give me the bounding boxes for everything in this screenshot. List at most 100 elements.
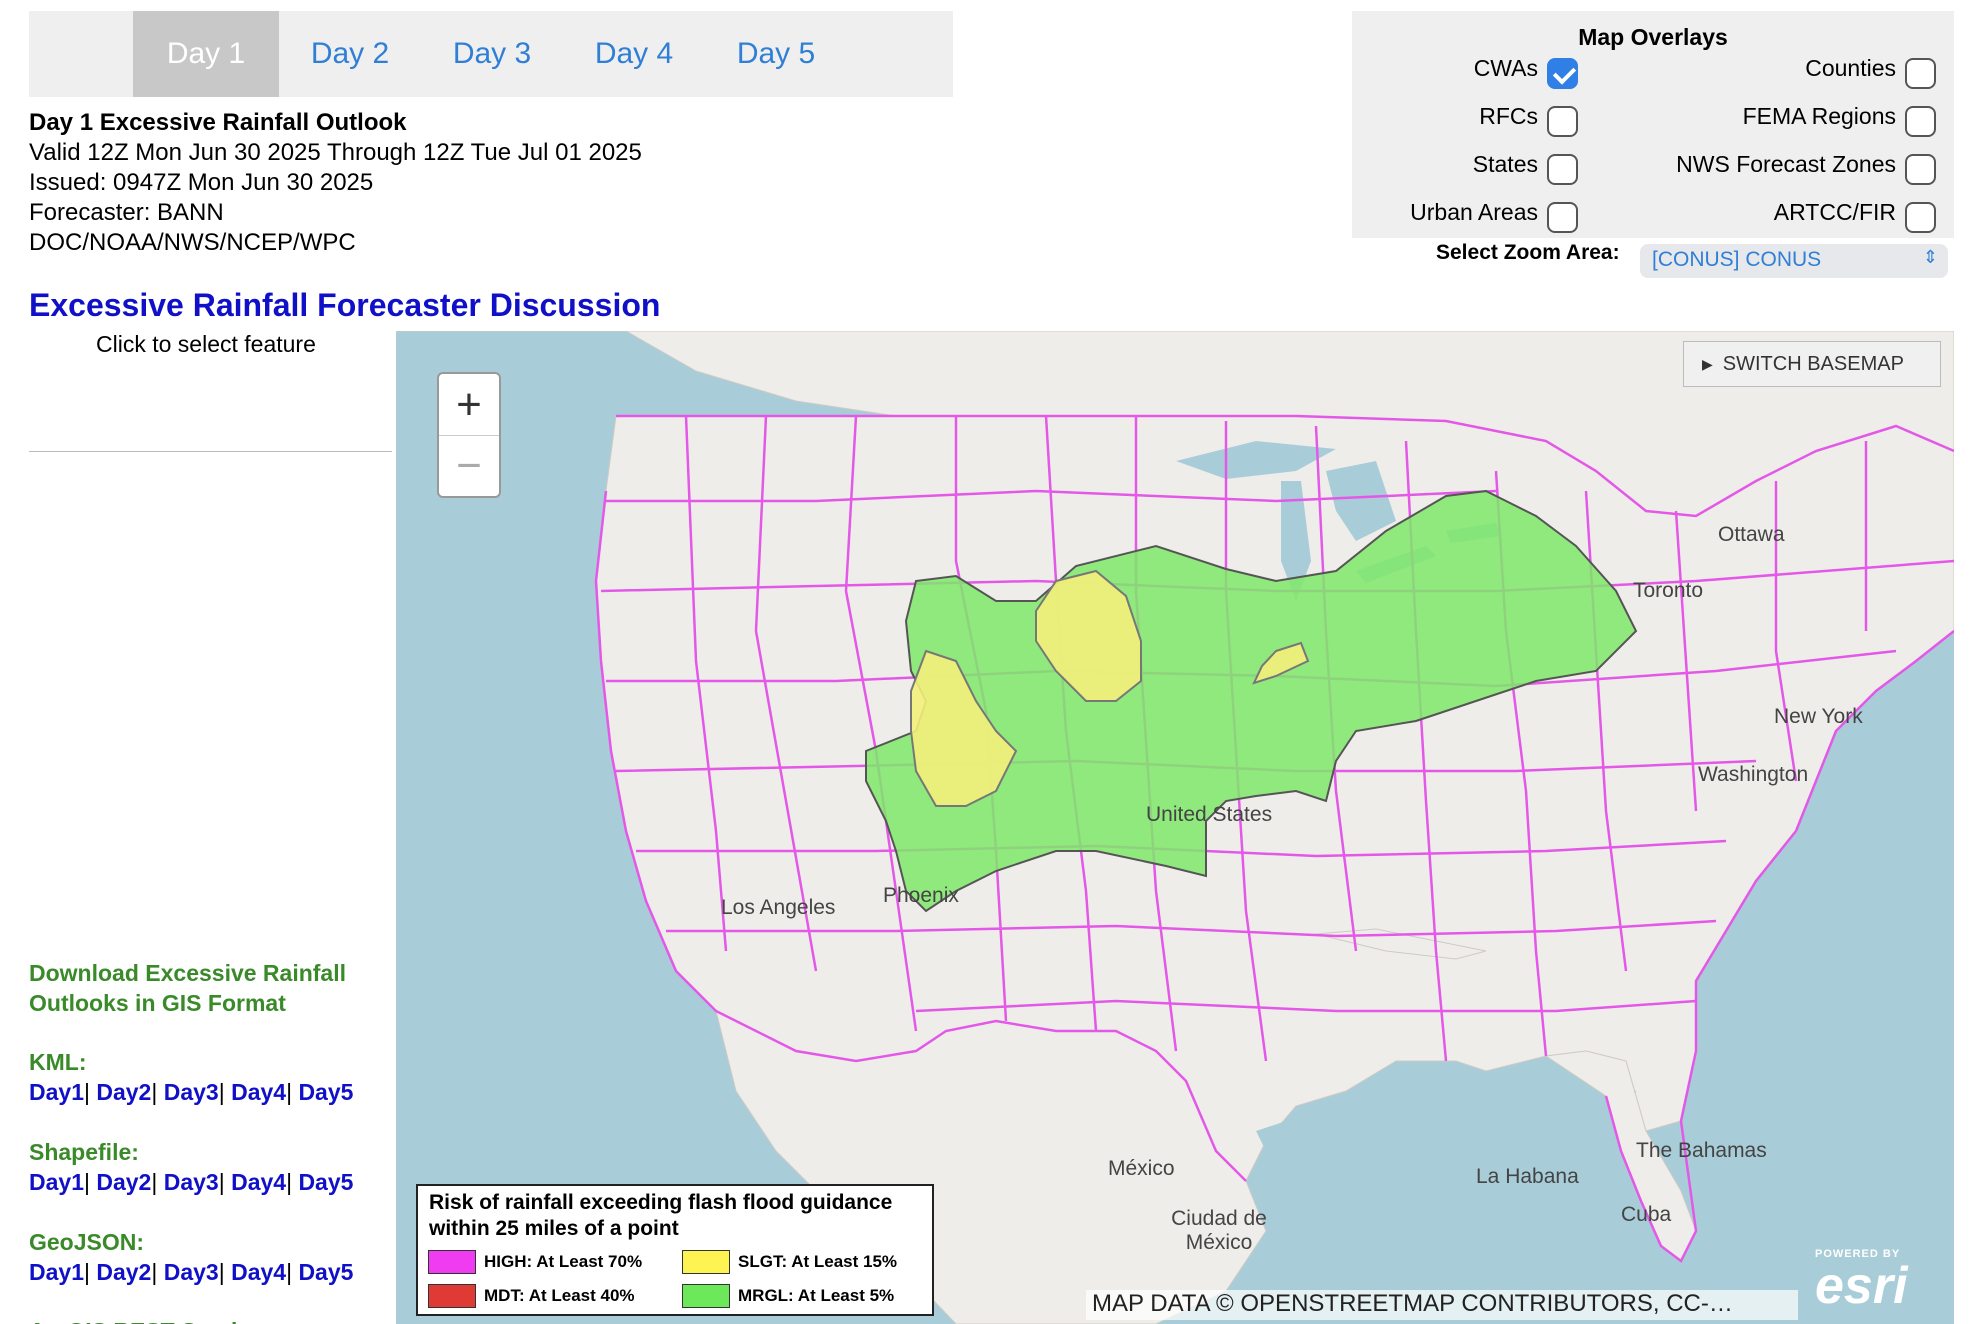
overlay-nws-forecast-zones[interactable]: NWS Forecast Zones: [1676, 144, 1936, 185]
checkbox-counties[interactable]: [1905, 58, 1936, 89]
map-attribution[interactable]: MAP DATA © OPENSTREETMAP CONTRIBUTORS, C…: [1086, 1290, 1798, 1320]
map-canvas: [396, 331, 1954, 1324]
chevron-updown-icon: ⇕: [1922, 247, 1938, 267]
overlay-label: CWAs: [1473, 55, 1538, 81]
legend-title-line: within 25 miles of a point: [429, 1217, 679, 1240]
map-overlays-panel: Map Overlays CWAs Counties RFCs FEMA Reg…: [1352, 11, 1954, 238]
tab-day-5[interactable]: Day 5: [705, 11, 847, 97]
esri-logo: POWERED BY esri: [1815, 1248, 1945, 1320]
format-label: GeoJSON:: [29, 1229, 145, 1255]
outlook-agency: DOC/NOAA/NWS/NCEP/WPC: [29, 229, 356, 256]
outlook-forecaster: Forecaster: BANN: [29, 199, 224, 226]
tab-day-1[interactable]: Day 1: [133, 11, 279, 97]
legend-swatch: [682, 1284, 730, 1308]
discussion-link[interactable]: Excessive Rainfall Forecaster Discussion: [29, 287, 660, 324]
shapefile-day4-link[interactable]: Day4: [231, 1169, 286, 1195]
legend-title-line: Risk of rainfall exceeding flash flood g…: [429, 1191, 893, 1214]
overlay-label: ARTCC/FIR: [1773, 199, 1896, 225]
shapefile-day2-link[interactable]: Day2: [96, 1169, 151, 1195]
place-label: La Habana: [1476, 1165, 1579, 1188]
checkbox-states[interactable]: [1547, 154, 1578, 185]
map-view[interactable]: + − ▶ SWITCH BASEMAP Ottawa Toronto New …: [396, 331, 1954, 1324]
switch-basemap-button[interactable]: ▶ SWITCH BASEMAP: [1683, 341, 1941, 387]
format-links: Day1| Day2| Day3| Day4| Day5: [29, 1259, 354, 1285]
overlay-label: NWS Forecast Zones: [1676, 151, 1896, 177]
place-label: Cuba: [1621, 1203, 1672, 1226]
checkbox-rfcs[interactable]: [1547, 106, 1578, 137]
click-prompt: Click to select feature: [96, 331, 316, 357]
overlay-artcc-fir[interactable]: ARTCC/FIR: [1774, 192, 1936, 233]
switch-basemap-label: SWITCH BASEMAP: [1722, 352, 1904, 375]
place-label: United States: [1146, 803, 1273, 826]
legend-title: Risk of rainfall exceeding flash flood g…: [429, 1190, 892, 1242]
legend-label: SLGT: At Least 15%: [738, 1252, 898, 1271]
legend-swatch: [428, 1250, 476, 1274]
overlay-urban-areas[interactable]: Urban Areas: [1410, 192, 1578, 233]
kml-day5-link[interactable]: Day5: [298, 1079, 353, 1105]
geojson-day4-link[interactable]: Day4: [231, 1259, 286, 1285]
overlay-label: Counties: [1805, 55, 1896, 81]
place-label: Los Angeles: [721, 896, 836, 919]
legend-swatch: [682, 1250, 730, 1274]
overlay-fema-regions[interactable]: FEMA Regions: [1743, 96, 1936, 137]
place-label: Ciudad de México: [1171, 1207, 1267, 1254]
kml-day3-link[interactable]: Day3: [164, 1079, 219, 1105]
overlay-states[interactable]: States: [1473, 144, 1578, 185]
tab-day-4[interactable]: Day 4: [563, 11, 705, 97]
place-label: Ottawa: [1718, 523, 1785, 546]
esri-name: esri: [1815, 1257, 1908, 1315]
tab-day-2[interactable]: Day 2: [279, 11, 421, 97]
zoom-area-select[interactable]: [CONUS] CONUS ⇕: [1640, 244, 1948, 278]
overlay-rfcs[interactable]: RFCs: [1479, 96, 1578, 137]
overlay-cwas[interactable]: CWAs: [1474, 48, 1578, 89]
checkbox-nws-forecast-zones[interactable]: [1905, 154, 1936, 185]
outlook-issued: Issued: 0947Z Mon Jun 30 2025: [29, 169, 374, 196]
geojson-day5-link[interactable]: Day5: [298, 1259, 353, 1285]
geojson-day1-link[interactable]: Day1: [29, 1259, 84, 1285]
legend-swatch: [428, 1284, 476, 1308]
overlay-label: Urban Areas: [1410, 199, 1538, 225]
arcgis-rest-label: ArcGIS REST Services: [29, 1318, 276, 1324]
shapefile-day3-link[interactable]: Day3: [164, 1169, 219, 1195]
checkbox-urban-areas[interactable]: [1547, 202, 1578, 233]
geojson-day2-link[interactable]: Day2: [96, 1259, 151, 1285]
checkbox-cwas[interactable]: [1547, 58, 1578, 89]
legend-item-high: HIGH: At Least 70%: [428, 1250, 642, 1274]
kml-day1-link[interactable]: Day1: [29, 1079, 84, 1105]
place-label: Washington: [1698, 763, 1809, 786]
shapefile-day5-link[interactable]: Day5: [298, 1169, 353, 1195]
sidebar-divider: [29, 451, 392, 452]
place-label: The Bahamas: [1636, 1139, 1767, 1162]
tab-day-3[interactable]: Day 3: [421, 11, 563, 97]
shapefile-day1-link[interactable]: Day1: [29, 1169, 84, 1195]
outlook-title: Day 1 Excessive Rainfall Outlook: [29, 109, 407, 136]
geojson-day3-link[interactable]: Day3: [164, 1259, 219, 1285]
format-label: Shapefile:: [29, 1139, 139, 1165]
tab-spacer: [29, 11, 133, 97]
overlay-label: RFCs: [1479, 103, 1538, 129]
overlay-counties[interactable]: Counties: [1805, 48, 1936, 89]
legend-label: MDT: At Least 40%: [484, 1286, 635, 1305]
overlay-label: States: [1472, 151, 1538, 177]
download-title-line: Download Excessive Rainfall: [29, 960, 347, 986]
zoom-in-button[interactable]: +: [439, 374, 499, 435]
checkbox-artcc-fir[interactable]: [1905, 202, 1936, 233]
kml-day2-link[interactable]: Day2: [96, 1079, 151, 1105]
zoom-area-value: [CONUS] CONUS: [1652, 248, 1822, 271]
overlays-title: Map Overlays: [1578, 24, 1728, 50]
legend-item-mrgl: MRGL: At Least 5%: [682, 1284, 894, 1308]
place-label: Toronto: [1633, 579, 1704, 602]
place-label: Phoenix: [883, 884, 959, 907]
download-title-line: Outlooks in GIS Format: [29, 990, 286, 1016]
legend-item-mdt: MDT: At Least 40%: [428, 1284, 635, 1308]
shapefile-section: Shapefile: Day1| Day2| Day3| Day4| Day5: [29, 1137, 353, 1197]
geojson-section: GeoJSON: Day1| Day2| Day3| Day4| Day5: [29, 1227, 353, 1287]
zoom-controls: + −: [437, 372, 501, 498]
zoom-out-button[interactable]: −: [439, 435, 499, 496]
kml-day4-link[interactable]: Day4: [231, 1079, 286, 1105]
format-links: Day1| Day2| Day3| Day4| Day5: [29, 1169, 354, 1195]
place-label: New York: [1774, 705, 1863, 728]
checkbox-fema-regions[interactable]: [1905, 106, 1936, 137]
outlook-valid: Valid 12Z Mon Jun 30 2025 Through 12Z Tu…: [29, 139, 642, 166]
place-label: México: [1108, 1157, 1175, 1180]
